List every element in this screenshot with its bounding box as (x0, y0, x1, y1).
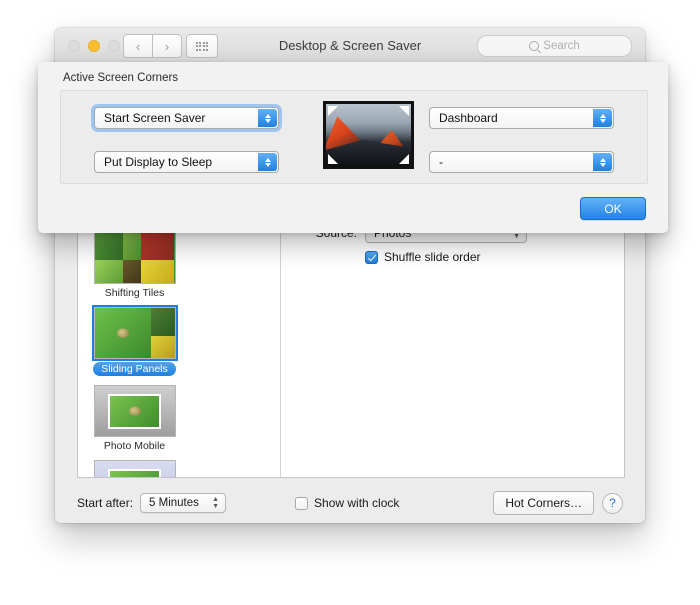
shuffle-slide-order-row[interactable]: Shuffle slide order (365, 250, 481, 264)
corner-settings-box: Start Screen Saver Put Display to Sleep … (60, 90, 648, 184)
sheet-title: Active Screen Corners (63, 72, 179, 84)
start-after-label: Start after: (77, 496, 134, 510)
saver-item-photo-mobile[interactable]: Photo Mobile (88, 385, 181, 452)
corner-value-bottom-right: - (439, 155, 443, 169)
corner-indicator-top-left-icon (328, 106, 338, 116)
saver-item-sliding-panels[interactable]: Sliding Panels (88, 307, 181, 377)
corner-indicator-bottom-left-icon (328, 154, 338, 164)
help-icon: ? (609, 496, 616, 510)
display-preview-thumbnail (323, 101, 414, 169)
chevron-updown-icon (258, 153, 277, 171)
bottom-toolbar: Start after: 5 Minutes ▲ ▼ Show with cloc… (77, 489, 623, 517)
ok-label: OK (604, 201, 622, 216)
help-button[interactable]: ? (602, 492, 623, 514)
start-after-value: 5 Minutes (149, 497, 199, 509)
corner-select-top-right[interactable]: Dashboard (429, 107, 614, 129)
search-input[interactable]: Search (477, 35, 632, 57)
shuffle-label: Shuffle slide order (384, 250, 481, 264)
saver-label: Photo Mobile (103, 440, 166, 452)
hot-corners-sheet: Active Screen Corners Start Screen Saver… (38, 62, 668, 233)
saver-thumbnail (93, 385, 176, 437)
hot-corners-label: Hot Corners… (505, 496, 582, 510)
show-with-clock-label: Show with clock (314, 496, 400, 510)
corner-value-top-left: Start Screen Saver (104, 111, 206, 125)
saver-label: Shifting Tiles (104, 287, 165, 299)
corner-indicator-bottom-right-icon (399, 154, 409, 164)
saver-item-holiday-mobile[interactable]: Holiday Mobile (88, 460, 181, 477)
saver-thumbnail (93, 460, 176, 477)
saver-thumbnail (93, 307, 176, 359)
start-after-select[interactable]: 5 Minutes ▲ ▼ (140, 493, 227, 513)
hot-corners-button[interactable]: Hot Corners… (493, 491, 594, 515)
ok-button[interactable]: OK (580, 197, 646, 220)
corner-select-bottom-right[interactable]: - (429, 151, 614, 173)
saver-label: Sliding Panels (93, 362, 176, 376)
search-icon (529, 41, 540, 51)
shuffle-checkbox[interactable] (365, 250, 378, 264)
corner-indicator-top-right-icon (399, 106, 409, 116)
corner-select-bottom-left[interactable]: Put Display to Sleep (94, 151, 279, 173)
chevron-updown-icon: ▲▼ (212, 496, 220, 510)
corner-value-top-right: Dashboard (439, 111, 498, 125)
saver-item-shifting-tiles[interactable]: Shifting Tiles (88, 232, 181, 299)
window-titlebar: ‹ › Desktop & Screen Saver Search (55, 28, 645, 65)
chevron-updown-icon (593, 153, 612, 171)
chevron-updown-icon (593, 109, 612, 127)
saver-thumbnail (93, 232, 176, 284)
show-with-clock-checkbox[interactable] (295, 496, 309, 510)
search-placeholder: Search (543, 40, 580, 52)
chevron-updown-icon (258, 109, 277, 127)
corner-select-top-left[interactable]: Start Screen Saver (94, 107, 279, 129)
show-with-clock-row[interactable]: Show with clock (295, 496, 399, 510)
corner-value-bottom-left: Put Display to Sleep (104, 155, 213, 169)
